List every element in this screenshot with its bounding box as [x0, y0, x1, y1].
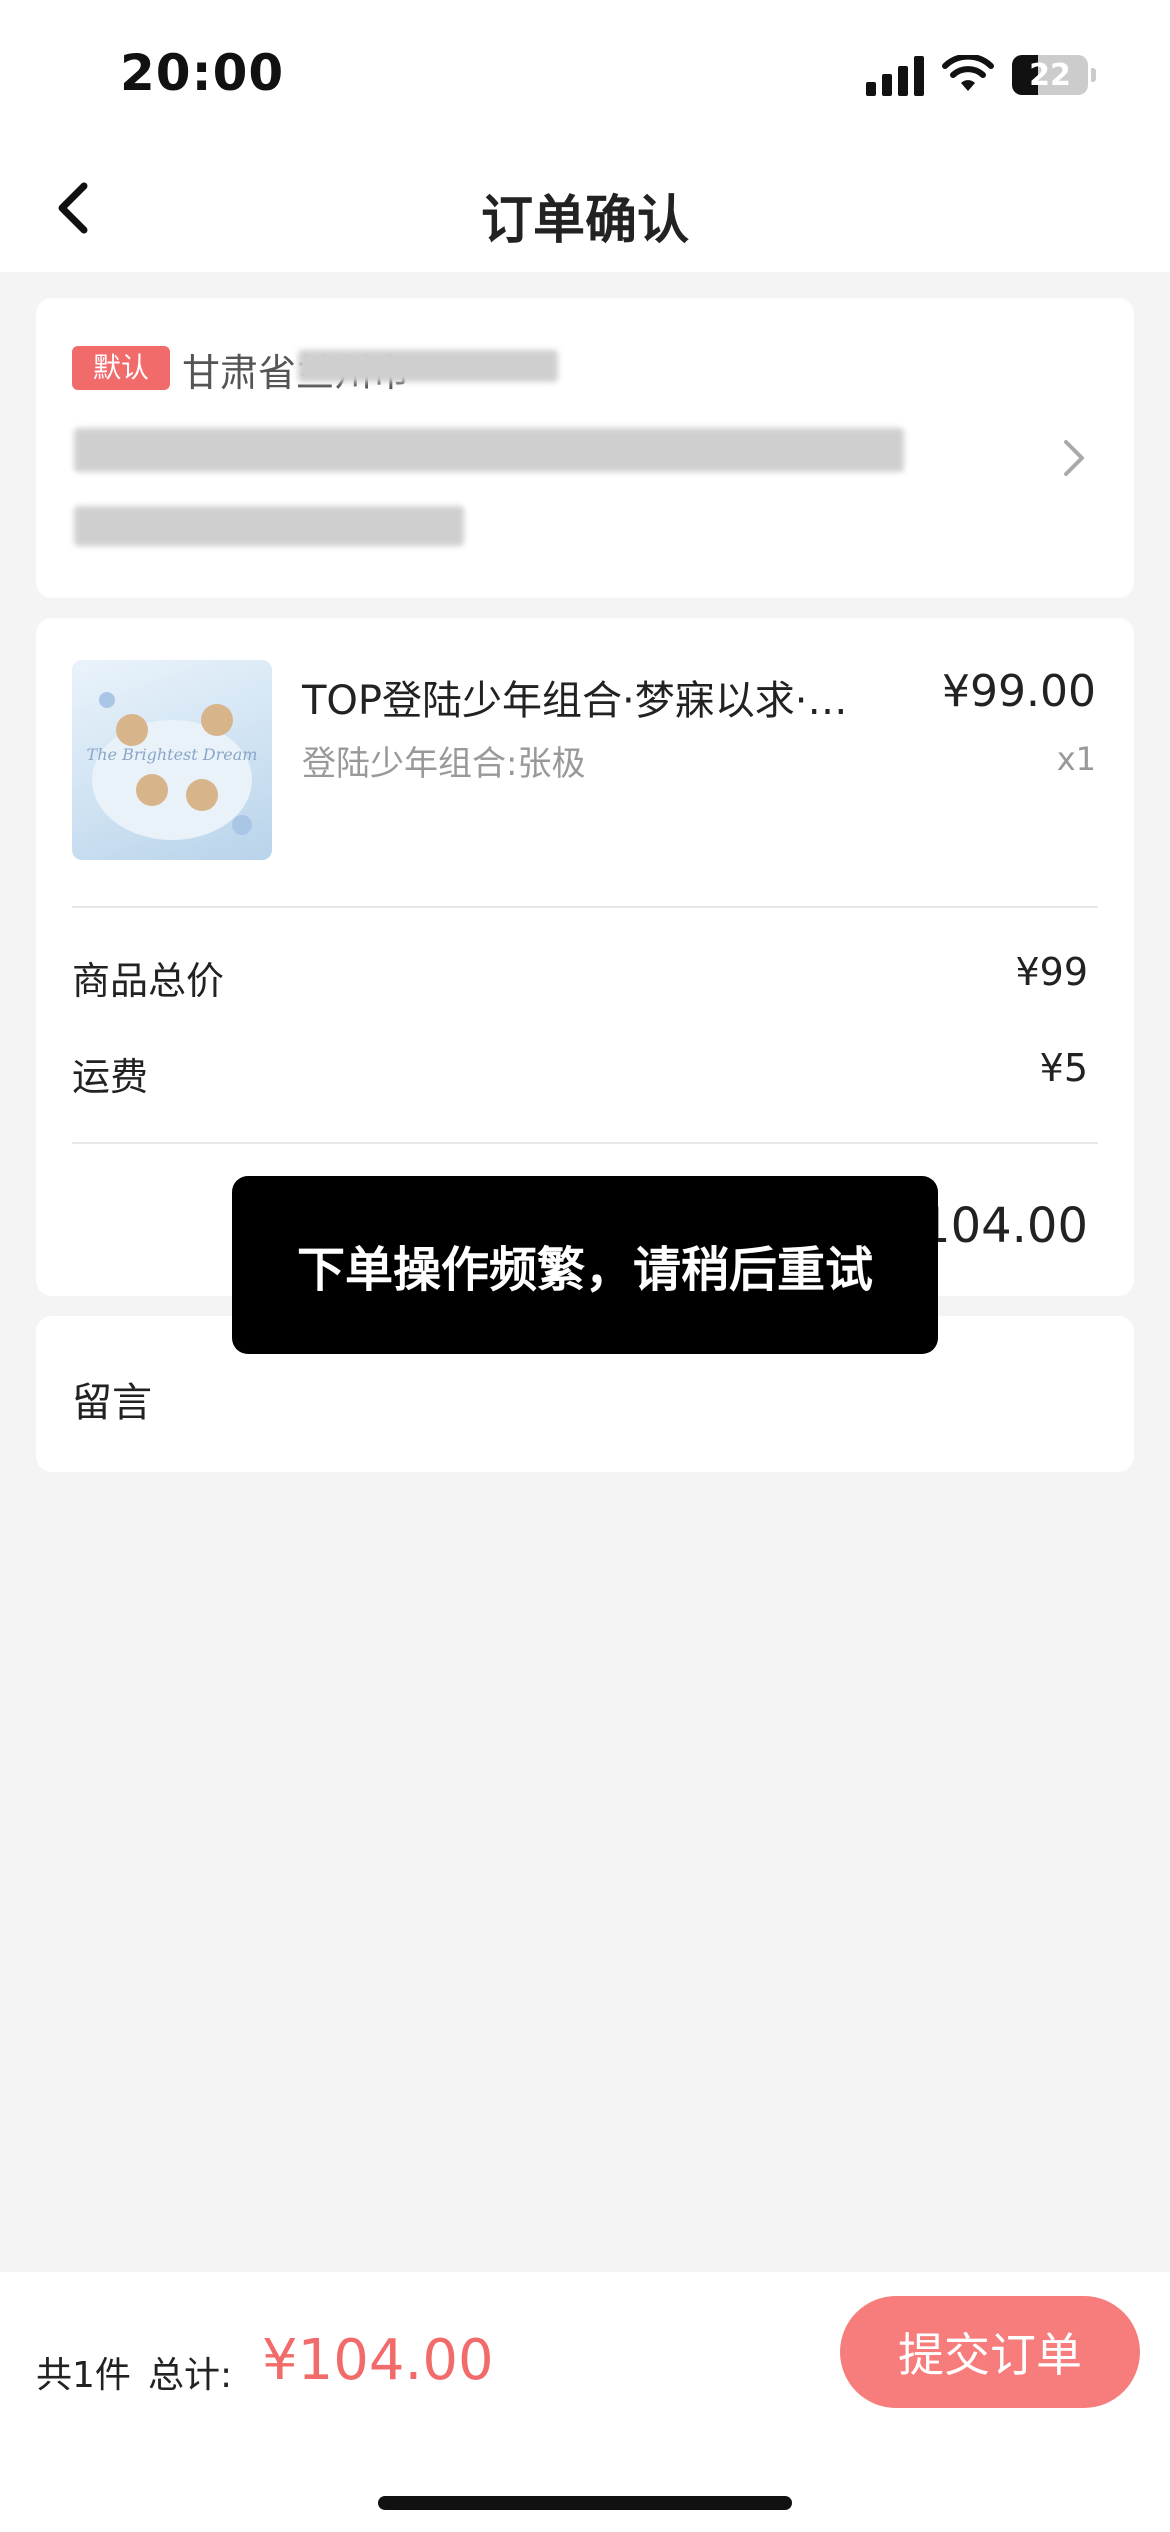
- message-input[interactable]: [694, 1366, 1098, 1424]
- status-time: 20:00: [120, 44, 285, 102]
- redacted-recipient-line: [74, 428, 904, 472]
- divider: [72, 906, 1098, 908]
- battery-level: 22: [1029, 57, 1071, 93]
- home-indicator: [378, 2496, 792, 2510]
- shipping-label: 运费: [72, 1055, 149, 1099]
- goods-total-label: 商品总价: [72, 959, 225, 1003]
- cellular-signal-icon: [866, 54, 924, 96]
- shipping-value: ¥5: [1039, 1046, 1088, 1090]
- battery-icon: 22: [1012, 55, 1096, 95]
- goods-total-value: ¥99: [1015, 950, 1088, 994]
- product-price: ¥99.00: [942, 666, 1096, 717]
- wifi-icon: [942, 55, 994, 91]
- bottom-bar: 共1件 总计: ¥104.00 提交订单: [0, 2272, 1170, 2532]
- page-title: 订单确认: [480, 191, 689, 251]
- status-bar: 20:00 22: [0, 0, 1170, 150]
- product-spec: 登陆少年组合:张极: [302, 744, 586, 784]
- submit-order-button[interactable]: 提交订单: [840, 2296, 1140, 2408]
- product-quantity: x1: [1056, 740, 1096, 778]
- total-label: 总计:: [148, 2355, 233, 2396]
- redacted-phone-line: [74, 506, 464, 546]
- item-count: 共1件: [36, 2355, 131, 2396]
- product-image-caption: The Brightest Dream: [87, 745, 258, 764]
- product-name: TOP登陆少年组合·梦寐以求·演…: [302, 678, 882, 724]
- address-card[interactable]: 默认 甘肃省兰州市: [36, 298, 1134, 598]
- toast-message: 下单操作频繁，请稍后重试: [232, 1176, 938, 1354]
- chevron-right-icon: [1064, 440, 1084, 476]
- redacted-address-detail: [298, 350, 558, 382]
- product-image: The Brightest Dream: [72, 660, 272, 860]
- message-label: 留言: [72, 1380, 152, 1426]
- total-value: ¥104.00: [262, 2328, 494, 2393]
- divider: [72, 1142, 1098, 1144]
- status-icons: 22: [866, 54, 1096, 96]
- nav-bar: 订单确认: [0, 150, 1170, 272]
- default-address-badge: 默认: [72, 346, 170, 390]
